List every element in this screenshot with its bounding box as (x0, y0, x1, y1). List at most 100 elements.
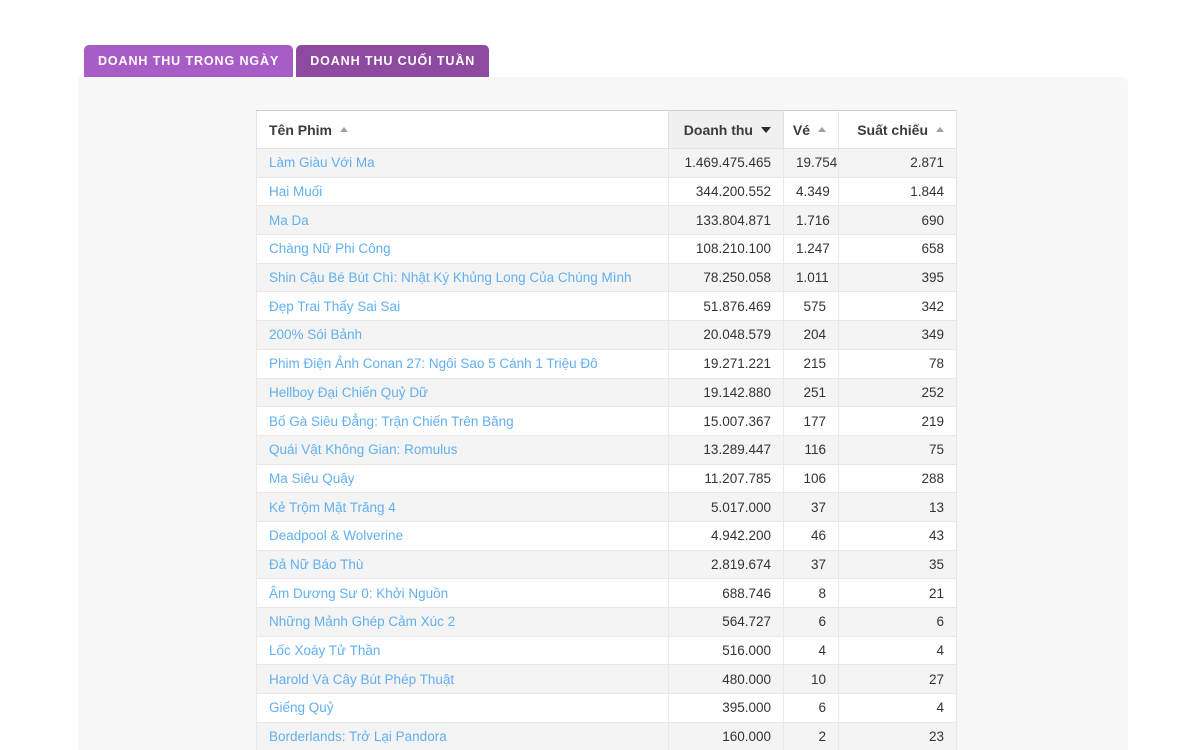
cell-revenue: 51.876.469 (668, 291, 784, 322)
cell-showtimes: 27 (838, 664, 957, 695)
cell-revenue: 19.271.221 (668, 348, 784, 379)
movie-link[interactable]: Ma Siêu Quậy (269, 471, 355, 486)
column-header-ve[interactable]: Vé (783, 110, 839, 149)
cell-movie-name: Quái Vật Không Gian: Romulus (256, 434, 669, 465)
cell-movie-name: Phim Điện Ảnh Conan 27: Ngôi Sao 5 Cánh … (256, 348, 669, 379)
table-row: Borderlands: Trở Lại Pandora 160.000 2 23 (256, 721, 957, 750)
table-row: Hellboy Đại Chiến Quỷ Dữ 19.142.880 251 252 (256, 377, 957, 408)
table-row: Giếng Quỷ 395.000 6 4 (256, 693, 957, 723)
revenue-table: Tên Phim Doanh thu Vé Suất chiếu Làm Già… (256, 110, 957, 750)
cell-showtimes: 658 (838, 234, 957, 264)
cell-tickets: 6 (783, 693, 839, 723)
cell-revenue: 5.017.000 (668, 492, 784, 522)
movie-link[interactable]: Deadpool & Wolverine (269, 528, 403, 543)
table-body: Làm Giàu Với Ma 1.469.475.465 19.754 2.871 H… (256, 148, 957, 750)
cell-tickets: 4 (783, 635, 839, 666)
cell-tickets: 4.349 (783, 176, 839, 207)
cell-revenue: 19.142.880 (668, 377, 784, 408)
cell-movie-name: Ma Da (256, 205, 669, 236)
sort-descending-icon (761, 126, 771, 133)
cell-showtimes: 78 (838, 348, 957, 379)
column-header-doanh-thu[interactable]: Doanh thu (668, 110, 784, 149)
movie-link[interactable]: Kẻ Trộm Mặt Trăng 4 (269, 500, 396, 515)
cell-movie-name: Harold Và Cây Bút Phép Thuật (256, 664, 669, 695)
cell-tickets: 2 (783, 721, 839, 750)
table-row: Hai Muối 344.200.552 4.349 1.844 (256, 176, 957, 207)
tab-doanh-thu-trong-ngay[interactable]: DOANH THU TRONG NGÀY (84, 45, 294, 77)
cell-revenue: 133.804.871 (668, 205, 784, 236)
column-header-suat-chieu[interactable]: Suất chiếu (838, 110, 957, 149)
movie-link[interactable]: Borderlands: Trở Lại Pandora (269, 729, 447, 744)
page-root: DOANH THU TRONG NGÀY DOANH THU CUỐI TUẦN… (0, 0, 1200, 750)
movie-link[interactable]: Làm Giàu Với Ma (269, 155, 375, 170)
column-header-label: Doanh thu (683, 121, 753, 138)
movie-link[interactable]: Hellboy Đại Chiến Quỷ Dữ (269, 385, 428, 400)
cell-showtimes: 13 (838, 492, 957, 522)
cell-movie-name: Đẹp Trai Thấy Sai Sai (256, 291, 669, 322)
movie-link[interactable]: Quái Vật Không Gian: Romulus (269, 442, 457, 457)
table-row: Đẹp Trai Thấy Sai Sai 51.876.469 575 342 (256, 291, 957, 322)
cell-movie-name: Giếng Quỷ (256, 693, 669, 723)
movie-link[interactable]: Đẹp Trai Thấy Sai Sai (269, 299, 400, 314)
cell-tickets: 204 (783, 320, 839, 350)
cell-movie-name: Shin Cậu Bé Bút Chì: Nhật Ký Khủng Long … (256, 262, 669, 293)
cell-showtimes: 4 (838, 635, 957, 666)
table-row: Deadpool & Wolverine 4.942.200 46 43 (256, 520, 957, 551)
movie-link[interactable]: Đả Nữ Báo Thù (269, 557, 363, 572)
cell-movie-name: Ma Siêu Quậy (256, 463, 669, 494)
cell-revenue: 78.250.058 (668, 262, 784, 293)
cell-movie-name: Những Mảnh Ghép Cảm Xúc 2 (256, 607, 669, 637)
cell-movie-name: Borderlands: Trở Lại Pandora (256, 721, 669, 750)
movie-link[interactable]: Harold Và Cây Bút Phép Thuật (269, 672, 454, 687)
cell-showtimes: 23 (838, 721, 957, 750)
cell-revenue: 395.000 (668, 693, 784, 723)
table-row: Chàng Nữ Phi Công 108.210.100 1.247 658 (256, 234, 957, 264)
cell-revenue: 108.210.100 (668, 234, 784, 264)
cell-showtimes: 252 (838, 377, 957, 408)
cell-showtimes: 2.871 (838, 148, 957, 178)
sort-ascending-icon (340, 127, 349, 132)
movie-link[interactable]: Những Mảnh Ghép Cảm Xúc 2 (269, 614, 455, 629)
tab-doanh-thu-cuoi-tuan[interactable]: DOANH THU CUỐI TUẦN (296, 45, 490, 77)
movie-link[interactable]: Lốc Xoáy Tử Thần (269, 643, 380, 658)
cell-tickets: 19.754 (783, 148, 839, 178)
movie-link[interactable]: 200% Sói Bảnh (269, 327, 362, 342)
column-header-label: Vé (792, 121, 810, 138)
cell-movie-name: Đả Nữ Báo Thù (256, 549, 669, 580)
cell-showtimes: 1.844 (838, 176, 957, 207)
cell-revenue: 2.819.674 (668, 549, 784, 580)
cell-showtimes: 395 (838, 262, 957, 293)
cell-showtimes: 342 (838, 291, 957, 322)
cell-movie-name: Bố Gà Siêu Đẳng: Trận Chiến Trên Băng (256, 406, 669, 436)
cell-showtimes: 43 (838, 520, 957, 551)
cell-movie-name: Hai Muối (256, 176, 669, 207)
cell-movie-name: Âm Dương Sư 0: Khởi Nguồn (256, 578, 669, 608)
cell-movie-name: Làm Giàu Với Ma (256, 148, 669, 178)
movie-link[interactable]: Giếng Quỷ (269, 700, 334, 715)
cell-movie-name: Kẻ Trộm Mặt Trăng 4 (256, 492, 669, 522)
cell-tickets: 10 (783, 664, 839, 695)
movie-link[interactable]: Phim Điện Ảnh Conan 27: Ngôi Sao 5 Cánh … (269, 356, 598, 371)
movie-link[interactable]: Bố Gà Siêu Đẳng: Trận Chiến Trên Băng (269, 414, 514, 429)
cell-movie-name: Deadpool & Wolverine (256, 520, 669, 551)
column-header-label: Suất chiếu (857, 121, 928, 138)
cell-tickets: 177 (783, 406, 839, 436)
table-row: Những Mảnh Ghép Cảm Xúc 2 564.727 6 6 (256, 607, 957, 637)
cell-movie-name: Chàng Nữ Phi Công (256, 234, 669, 264)
movie-link[interactable]: Âm Dương Sư 0: Khởi Nguồn (269, 586, 448, 601)
movie-link[interactable]: Chàng Nữ Phi Công (269, 241, 391, 256)
cell-tickets: 37 (783, 549, 839, 580)
table-row: Shin Cậu Bé Bút Chì: Nhật Ký Khủng Long … (256, 262, 957, 293)
movie-link[interactable]: Hai Muối (269, 184, 322, 199)
cell-tickets: 215 (783, 348, 839, 379)
movie-link[interactable]: Shin Cậu Bé Bút Chì: Nhật Ký Khủng Long … (269, 270, 631, 285)
cell-tickets: 6 (783, 607, 839, 637)
column-header-ten-phim[interactable]: Tên Phim (256, 110, 669, 149)
cell-tickets: 1.011 (783, 262, 839, 293)
sort-ascending-icon (818, 127, 826, 132)
table-row: Bố Gà Siêu Đẳng: Trận Chiến Trên Băng 15.… (256, 406, 957, 436)
table-header-row: Tên Phim Doanh thu Vé Suất chiếu (256, 110, 957, 149)
tab-label: DOANH THU CUỐI TUẦN (310, 54, 476, 68)
table-row: Lốc Xoáy Tử Thần 516.000 4 4 (256, 635, 957, 666)
movie-link[interactable]: Ma Da (269, 213, 309, 228)
